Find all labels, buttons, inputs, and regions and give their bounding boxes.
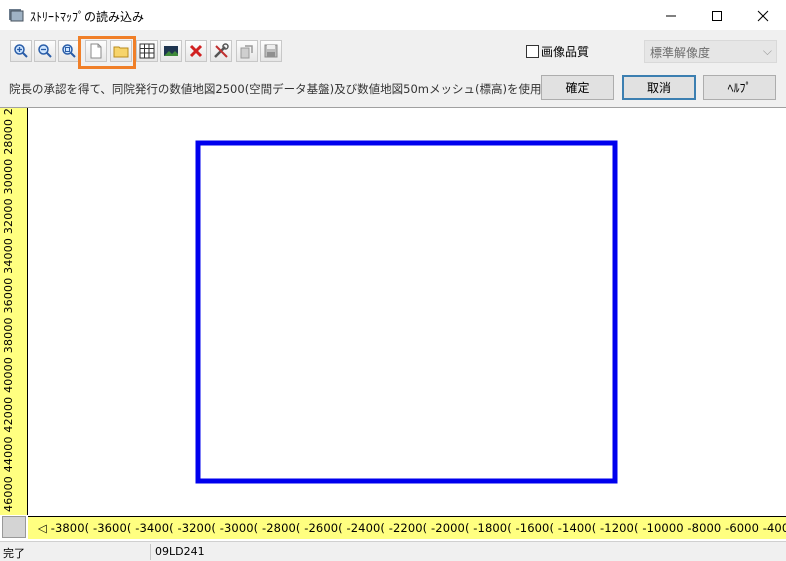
resolution-select-value: 標準解像度 [650, 46, 711, 60]
landscape-icon [164, 46, 178, 56]
title-bar: ｽﾄﾘｰﾄﾏｯﾌﾟの読み込み [0, 0, 786, 31]
chevron-down-icon: ⌵ [762, 44, 772, 58]
map-svg [195, 140, 618, 484]
grid-button[interactable] [136, 40, 158, 62]
minimize-button[interactable] [648, 0, 694, 31]
map-canvas[interactable] [0, 107, 786, 516]
info-bar: 院長の承認を得て、同院発行の数値地図2500(空間データ基盤)及び数値地図50m… [0, 69, 786, 107]
ruler-corner [2, 516, 26, 538]
zoom-in-button[interactable] [10, 40, 32, 62]
zoom-fit-icon [62, 44, 76, 58]
close-button[interactable] [740, 0, 786, 31]
open-folder-button[interactable] [110, 40, 132, 62]
save-icon [264, 44, 278, 58]
image-quality-label: 画像品質 [541, 45, 590, 59]
tools-button[interactable] [210, 40, 232, 62]
help-button[interactable]: ﾍﾙﾌﾟ [703, 75, 776, 100]
maximize-icon [712, 10, 722, 21]
image-quality-checkbox[interactable]: 画像品質 [526, 43, 589, 60]
export-icon [240, 45, 253, 59]
open-folder-icon [113, 46, 129, 58]
zoom-in-icon [14, 44, 28, 58]
toolbar: 画像品質 標準解像度 ⌵ [0, 31, 786, 69]
delete-button[interactable] [185, 40, 207, 62]
landscape-button[interactable] [160, 40, 182, 62]
vertical-ruler[interactable]: 46000 44000 42000 40000 38000 36000 3400… [0, 108, 28, 515]
new-file-button[interactable] [85, 40, 107, 62]
export-button[interactable] [236, 40, 258, 62]
horizontal-ruler-ticks: ◁ -3800( -3600( -3400( -3200( -3000( -28… [38, 521, 786, 535]
app-icon [9, 9, 24, 22]
zoom-out-icon [38, 44, 52, 58]
checkbox-box[interactable] [526, 45, 539, 58]
status-divider [150, 544, 151, 560]
map-area-rectangle [195, 140, 618, 484]
ok-button[interactable]: 確定 [541, 75, 614, 100]
horizontal-ruler[interactable]: ◁ -3800( -3600( -3400( -3200( -3000( -28… [28, 516, 786, 539]
status-state: 完了 [3, 547, 25, 560]
minimize-icon [666, 15, 676, 16]
cancel-button[interactable]: 取消 [622, 75, 696, 100]
maximize-button[interactable] [694, 0, 740, 31]
status-bar: 完了 09LD241 [0, 541, 786, 561]
save-button[interactable] [260, 40, 282, 62]
close-icon [757, 10, 769, 21]
zoom-fit-button[interactable] [58, 40, 80, 62]
resolution-select[interactable]: 標準解像度 ⌵ [644, 40, 777, 63]
grid-icon [139, 43, 155, 59]
copyright-notice: 院長の承認を得て、同院発行の数値地図2500(空間データ基盤)及び数値地図50m… [9, 82, 565, 96]
delete-icon [189, 44, 203, 58]
new-file-icon [90, 43, 102, 59]
status-code: 09LD241 [155, 545, 205, 558]
tools-icon [214, 43, 229, 58]
window-title: ｽﾄﾘｰﾄﾏｯﾌﾟの読み込み [30, 10, 145, 24]
zoom-out-button[interactable] [34, 40, 56, 62]
vertical-ruler-ticks: 46000 44000 42000 40000 38000 36000 3400… [2, 108, 15, 512]
